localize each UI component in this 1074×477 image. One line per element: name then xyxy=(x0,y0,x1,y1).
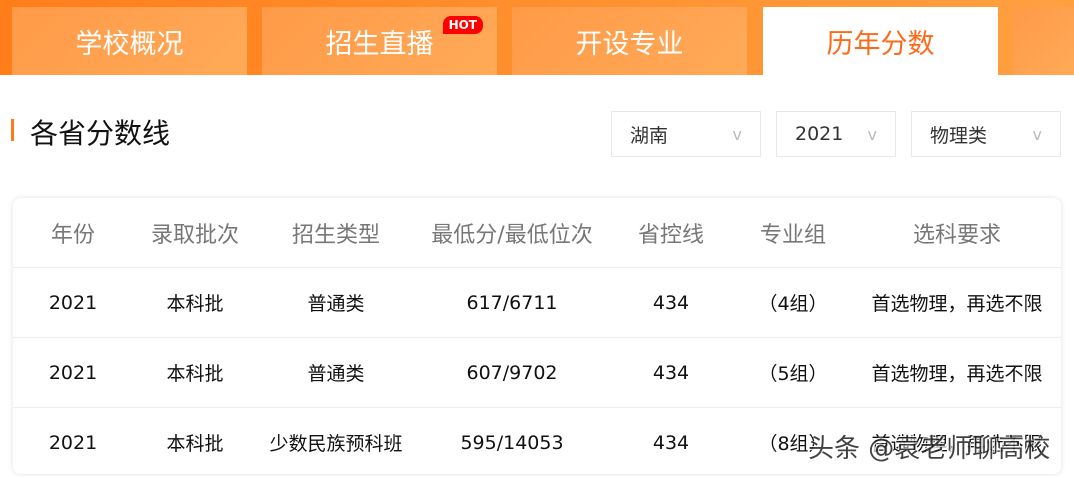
year-select[interactable]: 2021 v xyxy=(776,111,896,157)
tab-majors[interactable]: 开设专业 xyxy=(512,7,747,75)
table-header: 年份 录取批次 招生类型 最低分/最低位次 省控线 专业组 选科要求 xyxy=(13,198,1061,268)
tab-label: 历年分数 xyxy=(826,28,935,60)
tab-label: 开设专业 xyxy=(575,28,684,60)
cell-type: 普通类 xyxy=(307,293,365,315)
table-row: 2021 本科批 普通类 617/6711 434 （4组） 首选物理，再选不限 xyxy=(13,268,1061,338)
cell-control-line: 434 xyxy=(652,431,690,454)
tab-label: 学校概况 xyxy=(75,28,184,60)
cell-requirement: 首选物理，再选不限 xyxy=(871,293,1043,315)
table-row: 2021 本科批 普通类 607/9702 434 （5组） 首选物理，再选不限 xyxy=(13,338,1061,408)
select-value: 2021 xyxy=(795,123,844,145)
cell-batch: 本科批 xyxy=(166,433,224,455)
header-cell: 省控线 xyxy=(637,222,704,248)
chevron-down-icon: v xyxy=(1032,124,1042,144)
cell-control-line: 434 xyxy=(652,361,690,384)
province-select[interactable]: 湖南 v xyxy=(611,111,761,157)
cell-min-score: 607/9702 xyxy=(466,361,558,384)
tab-history-scores[interactable]: 历年分数 xyxy=(763,7,998,75)
cell-control-line: 434 xyxy=(652,291,690,314)
section-title: 各省分数线 xyxy=(30,117,171,150)
cell-batch: 本科批 xyxy=(166,363,224,385)
tab-school-overview[interactable]: 学校概况 xyxy=(12,7,247,75)
cell-year: 2021 xyxy=(48,291,98,314)
chevron-down-icon: v xyxy=(732,124,742,144)
watermark: 头条 @袁老师聊高校 xyxy=(808,434,1051,464)
chevron-down-icon: v xyxy=(867,124,877,144)
select-value: 湖南 xyxy=(630,124,669,147)
tab-label: 招生直播 xyxy=(325,28,434,60)
subject-select[interactable]: 物理类 v xyxy=(911,111,1061,157)
header-cell: 招生类型 xyxy=(291,222,380,248)
tab-more[interactable] xyxy=(1013,7,1074,75)
header-cell: 年份 xyxy=(50,222,95,248)
header-cell: 专业组 xyxy=(759,222,826,248)
title-accent-bar xyxy=(11,119,14,141)
header-cell: 录取批次 xyxy=(150,222,239,248)
cell-group: （4组） xyxy=(758,293,828,315)
cell-type: 普通类 xyxy=(307,363,365,385)
cell-min-score: 617/6711 xyxy=(466,291,558,314)
tab-live[interactable]: 招生直播 HOT xyxy=(262,7,497,75)
header-cell: 最低分/最低位次 xyxy=(431,222,593,248)
cell-group: （5组） xyxy=(758,363,828,385)
cell-requirement: 首选物理，再选不限 xyxy=(871,363,1043,385)
header-cell: 选科要求 xyxy=(912,222,1001,248)
tab-bar: 学校概况 招生直播 HOT 开设专业 历年分数 xyxy=(0,0,1074,75)
cell-min-score: 595/14053 xyxy=(460,431,564,454)
cell-year: 2021 xyxy=(48,431,98,454)
cell-year: 2021 xyxy=(48,361,98,384)
cell-type: 少数民族预科班 xyxy=(269,433,403,455)
select-value: 物理类 xyxy=(930,124,988,147)
hot-badge: HOT xyxy=(442,16,483,34)
cell-batch: 本科批 xyxy=(166,293,224,315)
